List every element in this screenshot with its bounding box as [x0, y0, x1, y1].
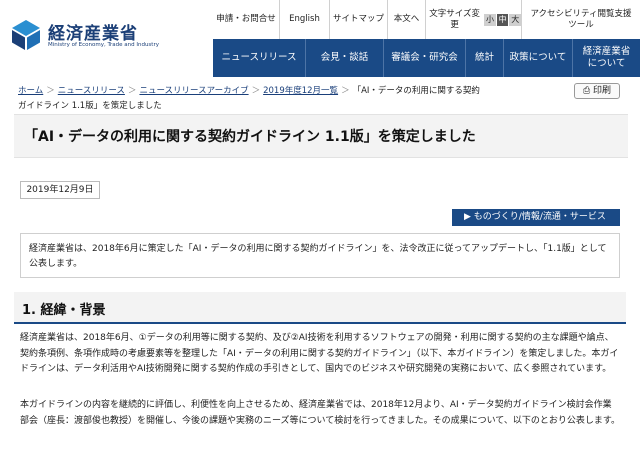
global-nav: ニュースリリース 会見・談話 審議会・研究会 統計 政策について 経済産業省につ…	[213, 39, 640, 77]
meti-logo[interactable]: 経済産業省 Ministry of Economy, Trade and Ind…	[10, 16, 170, 56]
print-button[interactable]: ⎙ 印刷	[574, 83, 620, 99]
nav-item-about-meti[interactable]: 経済産業省について	[572, 39, 640, 77]
font-size-medium-button[interactable]: 中	[496, 13, 509, 26]
breadcrumb-december-list-link[interactable]: 2019年度12月一覧	[263, 86, 338, 96]
util-accessibility-tool-link[interactable]: アクセシビリティ閲覧支援ツール	[521, 0, 640, 39]
section-heading: 1. 経緯・背景	[22, 303, 106, 318]
section-heading-box: 1. 経緯・背景	[14, 292, 626, 324]
print-label: 印刷	[593, 86, 612, 96]
section-paragraph: 経済産業省は、2018年6月、①データの利用等に関する契約、及び②AI技術を利用…	[20, 333, 619, 374]
breadcrumb-separator: ＞	[46, 86, 55, 96]
breadcrumb-separator: ＞	[251, 86, 261, 96]
breadcrumb-archive-link[interactable]: ニュースリリースアーカイブ	[139, 86, 248, 96]
breadcrumb-home-link[interactable]: ホーム	[18, 86, 43, 96]
util-english-link[interactable]: English	[279, 0, 329, 39]
breadcrumb: ホーム＞ニュースリリース＞ニュースリリースアーカイブ＞ 2019年度12月一覧＞「…	[18, 84, 488, 114]
nav-item-policy[interactable]: 政策について	[503, 39, 572, 77]
breadcrumb-separator: ＞	[127, 86, 137, 96]
page-title-box: 「AI・データの利用に関する契約ガイドライン 1.1版」を策定しました	[14, 114, 628, 158]
utility-bar: 申請・お問合せ English サイトマップ 本文へ 文字サイズ変更 小 中 大…	[213, 0, 640, 39]
util-font-size-control: 文字サイズ変更 小 中 大	[425, 0, 522, 39]
util-sitemap-link[interactable]: サイトマップ	[329, 0, 387, 39]
meti-logo-icon	[12, 20, 40, 50]
printer-icon: ⎙	[582, 86, 591, 96]
nav-item-councils[interactable]: 審議会・研究会	[383, 39, 465, 77]
logo-subtitle: Ministry of Economy, Trade and Industry	[48, 42, 159, 48]
section-paragraph: 本ガイドラインの内容を継続的に評価し、利便性を向上させるため、経済産業省では、2…	[20, 400, 620, 426]
category-tag-label: ものづくり/情報/流通・サービス	[473, 212, 606, 222]
nav-item-statistics[interactable]: 統計	[465, 39, 503, 77]
site-header: 経済産業省 Ministry of Economy, Trade and Ind…	[0, 0, 640, 78]
util-skip-to-content-link[interactable]: 本文へ	[387, 0, 425, 39]
nav-item-press-conference[interactable]: 会見・談話	[305, 39, 383, 77]
breadcrumb-news-release-link[interactable]: ニュースリリース	[58, 86, 125, 96]
font-size-small-button[interactable]: 小	[484, 13, 496, 26]
nav-item-news-release[interactable]: ニュースリリース	[213, 39, 305, 77]
logo-title: 経済産業省	[48, 24, 138, 44]
font-size-label: 文字サイズ変更	[429, 8, 480, 30]
font-size-large-button[interactable]: 大	[509, 13, 522, 26]
page-title: 「AI・データの利用に関する契約ガイドライン 1.1版」を策定しました	[24, 129, 476, 145]
breadcrumb-separator: ＞	[341, 86, 350, 96]
release-date: 2019年12月9日	[20, 181, 100, 199]
summary-box: 経済産業省は、2018年6月に策定した「AI・データの利用に関する契約ガイドライ…	[20, 233, 620, 278]
category-tag-link[interactable]: ▶ ものづくり/情報/流通・サービス	[452, 209, 620, 226]
util-contact-link[interactable]: 申請・お問合せ	[213, 0, 279, 39]
triangle-right-icon: ▶	[464, 212, 471, 222]
